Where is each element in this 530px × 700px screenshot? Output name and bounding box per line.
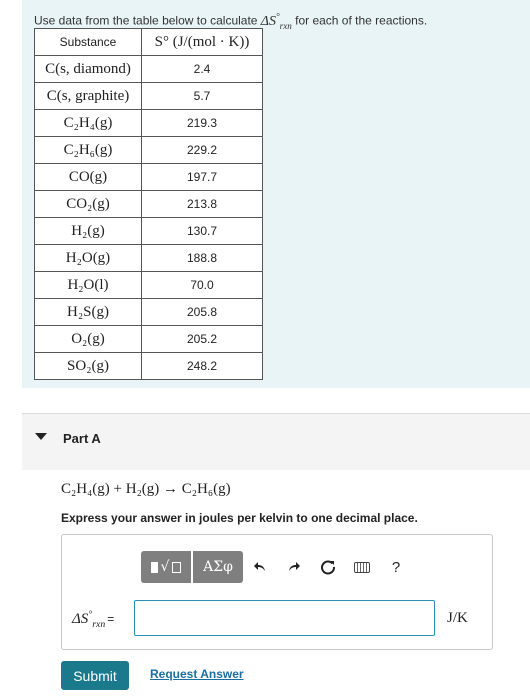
reaction-equation: C₂H₄(g) + H₂(g) → C₂H₆(g) xyxy=(61,481,231,497)
answer-input[interactable] xyxy=(134,600,435,636)
table-row: O₂(g) 205.2 xyxy=(34,325,263,353)
substance-cell: C₂H₄(g) xyxy=(34,109,142,137)
entropy-value-cell: 248.2 xyxy=(141,352,263,380)
entropy-value-cell: 197.7 xyxy=(141,163,263,191)
answer-instruction: Express your answer in joules per kelvin… xyxy=(61,511,418,525)
entropy-value-cell: 219.3 xyxy=(141,109,263,137)
entropy-data-table: Substance S° (J/(mol · K)) C(s, diamond)… xyxy=(34,28,263,380)
entropy-value-cell: 205.8 xyxy=(141,298,263,326)
substance-cell: SO₂(g) xyxy=(34,352,142,380)
answer-unit: J/K xyxy=(447,610,468,626)
table-row: H₂O(l) 70.0 xyxy=(34,271,263,299)
substance-cell: H₂(g) xyxy=(34,217,142,245)
collapse-caret-icon[interactable] xyxy=(35,433,47,440)
table-row: C₂H₆(g) 229.2 xyxy=(34,136,263,164)
part-title: Part A xyxy=(63,431,101,446)
table-row: C₂H₄(g) 219.3 xyxy=(34,109,263,137)
entropy-value-cell: 213.8 xyxy=(141,190,263,218)
templates-icon[interactable]: √ xyxy=(141,551,191,583)
substance-cell: H₂O(l) xyxy=(34,271,142,299)
table-row: H₂O(g) 188.8 xyxy=(34,244,263,272)
table-row: CO(g) 197.7 xyxy=(34,163,263,191)
entropy-value-cell: 5.7 xyxy=(141,82,263,110)
keyboard-icon[interactable] xyxy=(345,551,379,583)
part-a-header[interactable]: Part A xyxy=(22,414,530,470)
substance-cell: C(s, graphite) xyxy=(34,82,142,110)
table-row: H₂(g) 130.7 xyxy=(34,217,263,245)
entropy-value-cell: 130.7 xyxy=(141,217,263,245)
entropy-value-cell: 188.8 xyxy=(141,244,263,272)
delta-s-symbol: ΔS°rxn xyxy=(260,11,292,31)
answer-label: ΔS°rxn = xyxy=(72,609,115,630)
substance-cell: H₂O(g) xyxy=(34,244,142,272)
table-row: C(s, graphite) 5.7 xyxy=(34,82,263,110)
substance-cell: H₂S(g) xyxy=(34,298,142,326)
substance-cell: O₂(g) xyxy=(34,325,142,353)
entropy-value-cell: 205.2 xyxy=(141,325,263,353)
entropy-value-cell: 2.4 xyxy=(141,55,263,83)
table-row: H₂S(g) 205.8 xyxy=(34,298,263,326)
intro-text-end: for each of the reactions. xyxy=(291,13,428,28)
entropy-value-cell: 229.2 xyxy=(141,136,263,164)
table-row: CO₂(g) 213.8 xyxy=(34,190,263,218)
table-header-row: Substance S° (J/(mol · K)) xyxy=(34,28,263,56)
math-toolbar: √ ΑΣφ ? xyxy=(141,551,413,583)
answer-panel: √ ΑΣφ ? ΔS°rxn = J/K xyxy=(61,534,493,650)
column-header-substance: Substance xyxy=(34,28,142,56)
substance-cell: C₂H₆(g) xyxy=(34,136,142,164)
submit-button[interactable]: Submit xyxy=(61,661,129,690)
reset-icon[interactable] xyxy=(311,551,345,583)
greek-symbols-icon[interactable]: ΑΣφ xyxy=(193,551,243,583)
table-row: SO₂(g) 248.2 xyxy=(34,352,263,380)
redo-icon[interactable] xyxy=(277,551,311,583)
table-row: C(s, diamond) 2.4 xyxy=(34,55,263,83)
help-icon[interactable]: ? xyxy=(379,551,413,583)
substance-cell: C(s, diamond) xyxy=(34,55,142,83)
entropy-value-cell: 70.0 xyxy=(141,271,263,299)
intro-text-start: Use data from the table below to calcula… xyxy=(34,13,261,28)
substance-cell: CO(g) xyxy=(34,163,142,191)
substance-cell: CO₂(g) xyxy=(34,190,142,218)
undo-icon[interactable] xyxy=(243,551,277,583)
request-answer-link[interactable]: Request Answer xyxy=(150,667,244,681)
column-header-entropy: S° (J/(mol · K)) xyxy=(141,28,263,56)
